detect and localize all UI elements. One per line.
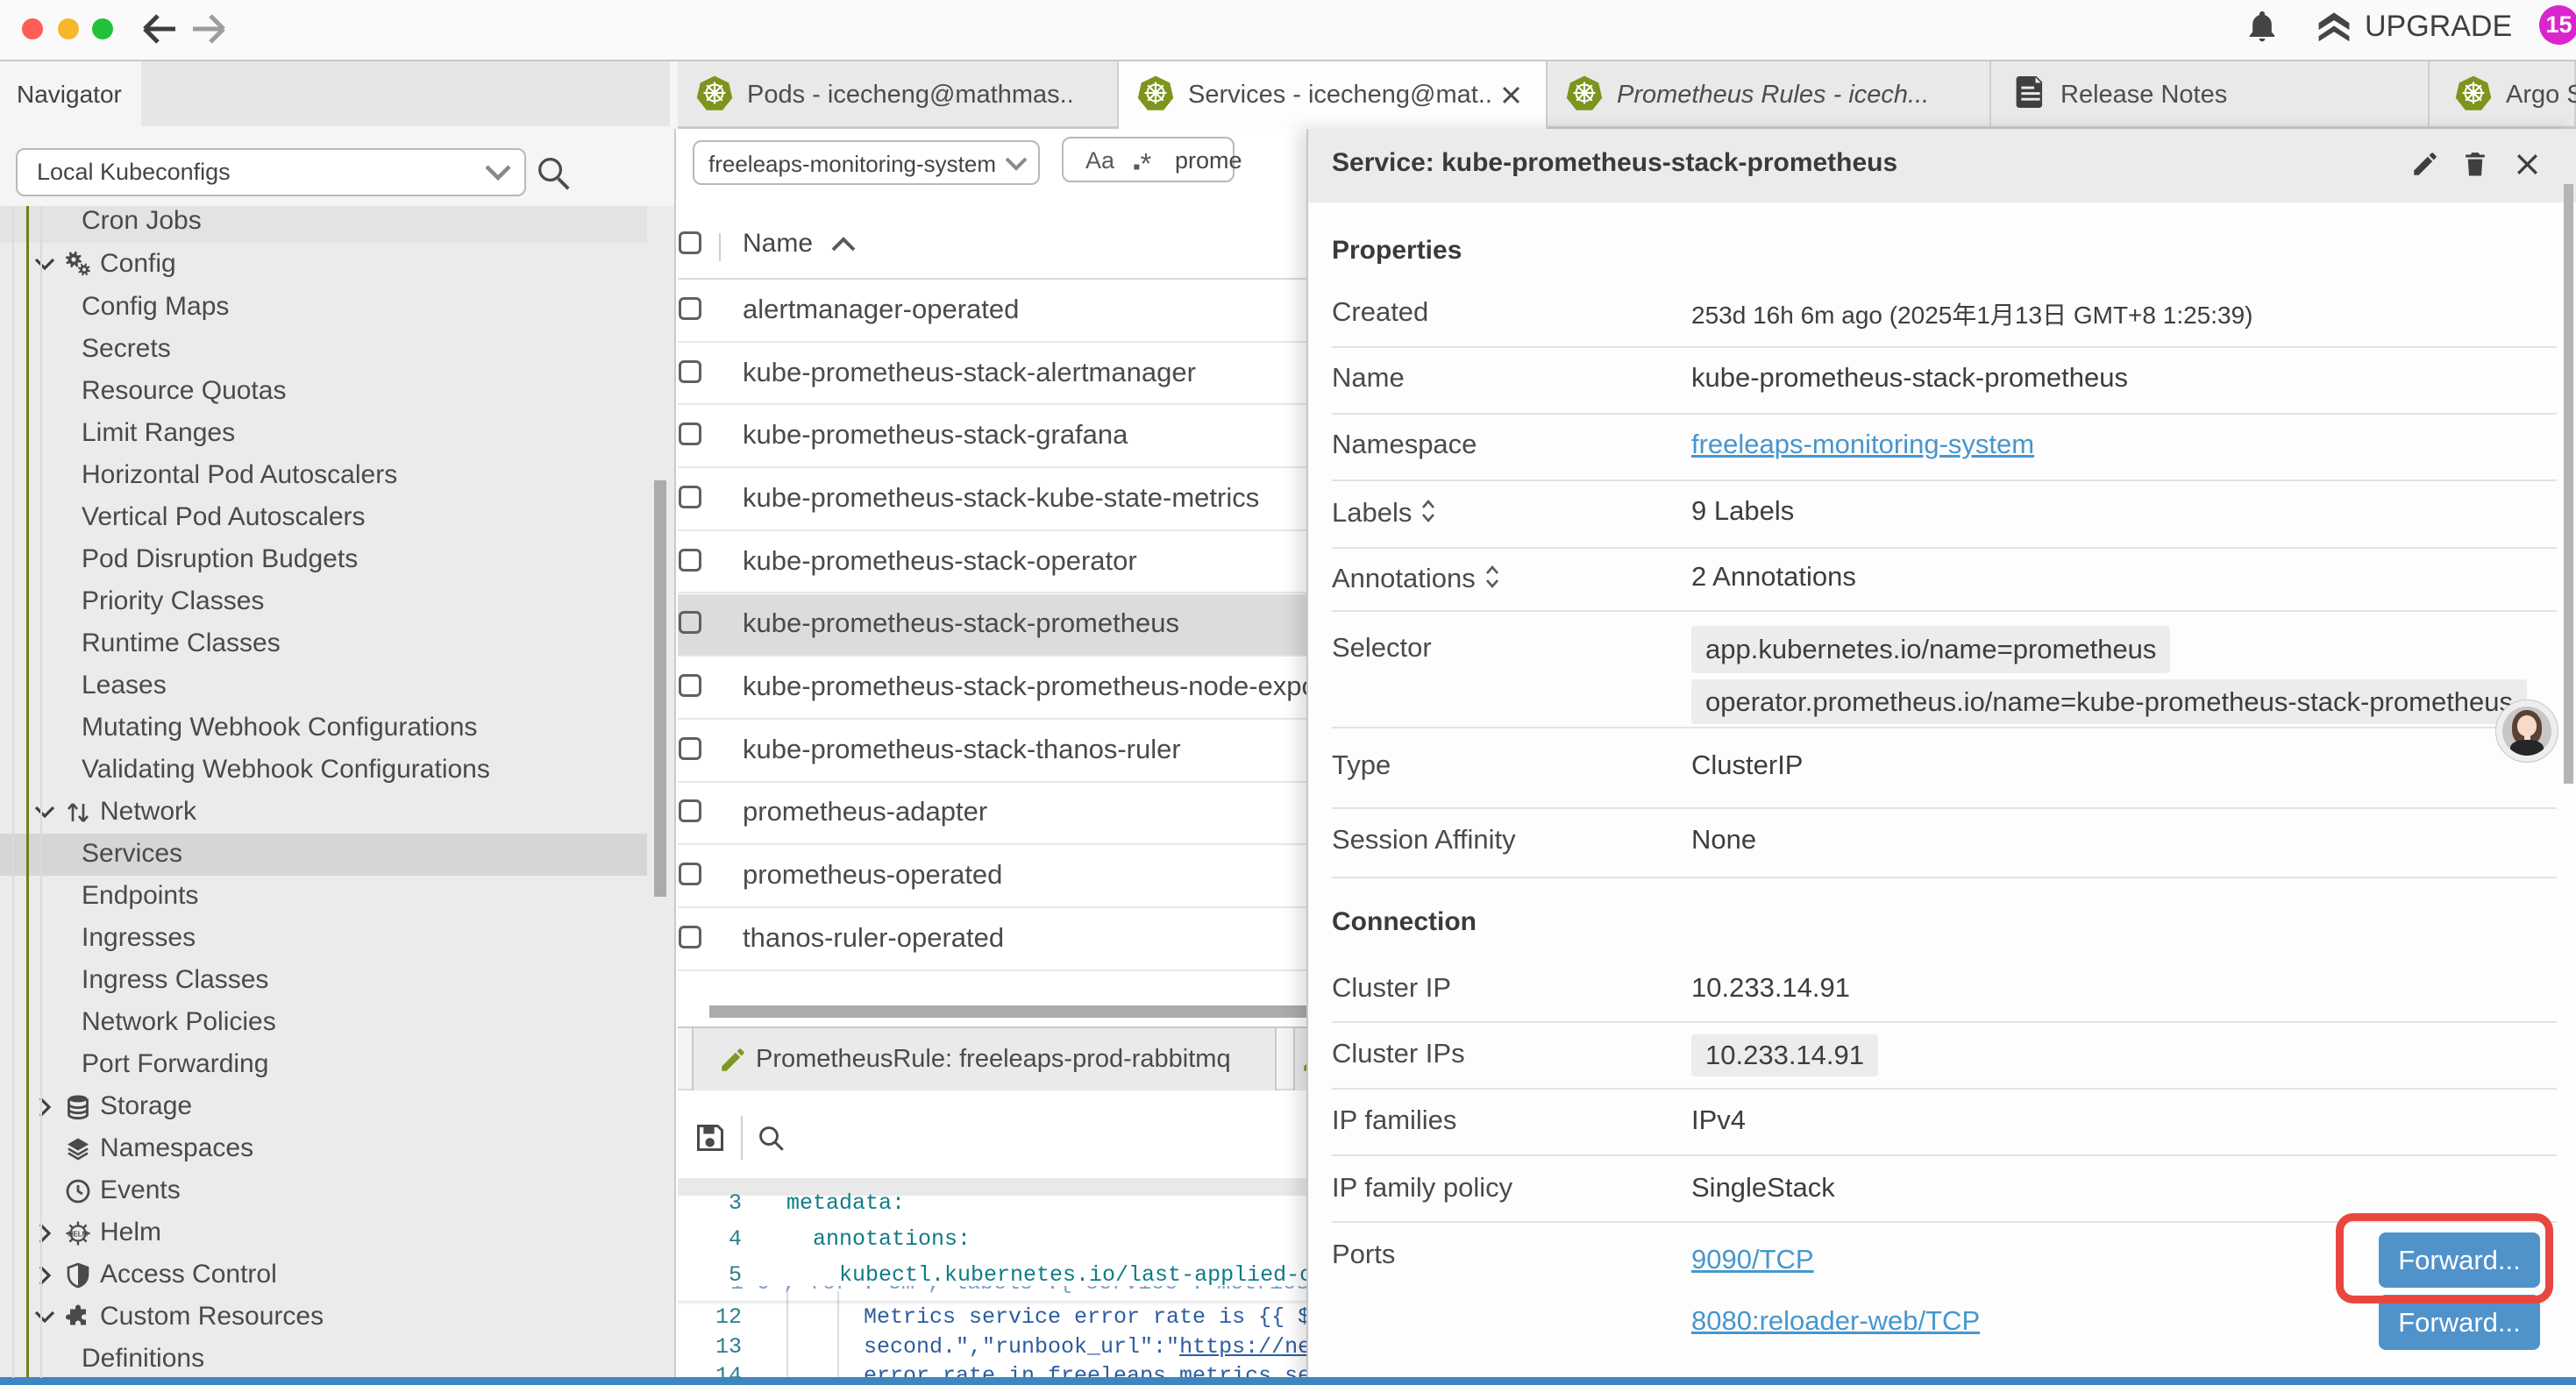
svg-text:HELM: HELM [68,1231,89,1239]
